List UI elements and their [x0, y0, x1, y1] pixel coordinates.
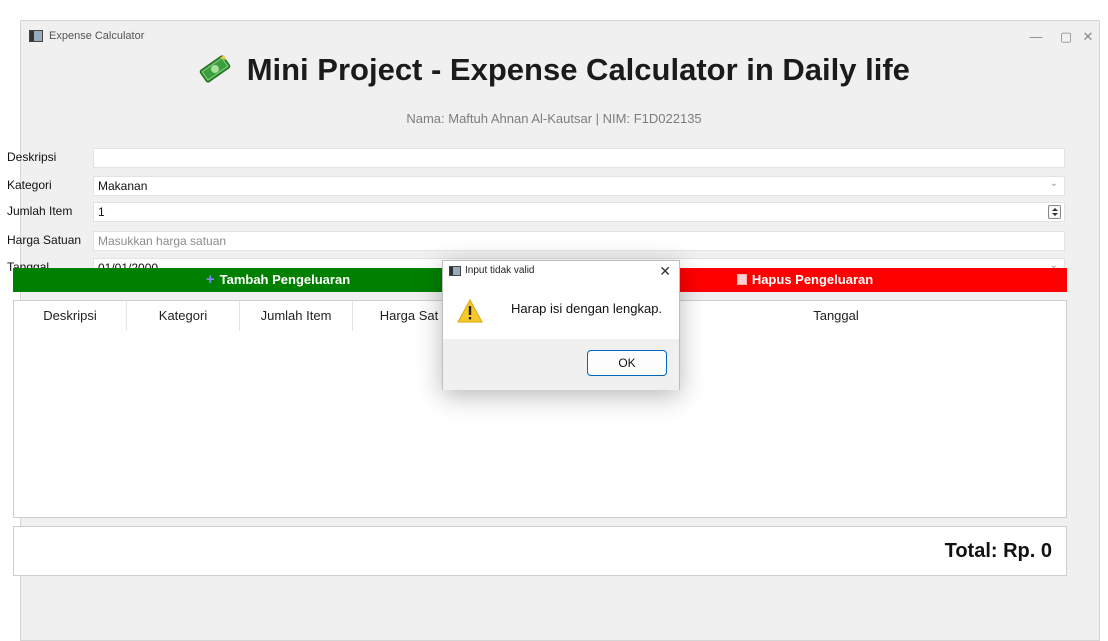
- window-title: Expense Calculator: [49, 30, 145, 42]
- minimize-button[interactable]: —: [1021, 27, 1051, 47]
- dialog-footer: OK: [443, 339, 679, 390]
- kategori-select[interactable]: Makanan ⌄: [93, 176, 1065, 196]
- dialog-body: Harap isi dengan lengkap.: [443, 283, 679, 339]
- form-row-jumlah-item: Jumlah Item 1: [7, 202, 1067, 222]
- total-label: Total: Rp. 0: [944, 540, 1052, 562]
- page-title-text: Mini Project - Expense Calculator in Dai…: [246, 52, 910, 87]
- deskripsi-input[interactable]: [93, 148, 1065, 168]
- dialog-title: Input tidak valid: [465, 265, 535, 276]
- harga-satuan-label: Harga Satuan: [7, 233, 82, 247]
- kategori-value: Makanan: [98, 179, 148, 193]
- column-header-jumlah-item[interactable]: Jumlah Item: [240, 301, 353, 331]
- column-header-kategori[interactable]: Kategori: [127, 301, 240, 331]
- trash-icon: [736, 274, 747, 285]
- close-button[interactable]: ✕: [1073, 27, 1103, 47]
- dialog-close-button[interactable]: ✕: [659, 263, 671, 280]
- column-header-tanggal[interactable]: Tanggal: [766, 301, 906, 331]
- form-row-kategori: Kategori Makanan ⌄: [7, 176, 1067, 196]
- kategori-label: Kategori: [7, 178, 52, 192]
- chevron-down-icon: ⌄: [1049, 178, 1058, 189]
- app-icon: [29, 30, 43, 42]
- warning-dialog: Input tidak valid ✕ Harap isi dengan len…: [442, 260, 680, 390]
- dialog-message: Harap isi dengan lengkap.: [511, 301, 663, 316]
- ok-button[interactable]: OK: [587, 350, 667, 376]
- subtitle: Nama: Maftuh Ahnan Al-Kautsar | NIM: F1D…: [406, 111, 702, 126]
- jumlah-item-value: 1: [98, 205, 105, 219]
- form-row-harga-satuan: Harga Satuan Masukkan harga satuan: [7, 231, 1067, 251]
- jumlah-item-label: Jumlah Item: [7, 204, 73, 218]
- add-expense-label: Tambah Pengeluaran: [219, 272, 351, 287]
- column-header-deskripsi[interactable]: Deskripsi: [14, 301, 127, 331]
- dialog-title-bar[interactable]: Input tidak valid ✕: [443, 261, 679, 283]
- page-title: Mini Project - Expense Calculator in Dai…: [0, 52, 1108, 88]
- total-panel: Total: Rp. 0: [13, 526, 1067, 576]
- deskripsi-label: Deskripsi: [7, 150, 57, 164]
- form-row-deskripsi: Deskripsi: [7, 148, 1067, 168]
- money-icon: [199, 55, 231, 83]
- app-icon: [449, 266, 461, 276]
- title-bar[interactable]: Expense Calculator — ▢ ✕: [21, 21, 1099, 53]
- jumlah-item-spinbox[interactable]: 1: [93, 202, 1065, 222]
- warning-icon: [457, 299, 483, 323]
- plus-icon: +: [205, 271, 215, 288]
- harga-satuan-input[interactable]: Masukkan harga satuan: [93, 231, 1065, 251]
- spin-arrows-icon[interactable]: [1048, 205, 1061, 219]
- delete-expense-label: Hapus Pengeluaran: [751, 272, 874, 287]
